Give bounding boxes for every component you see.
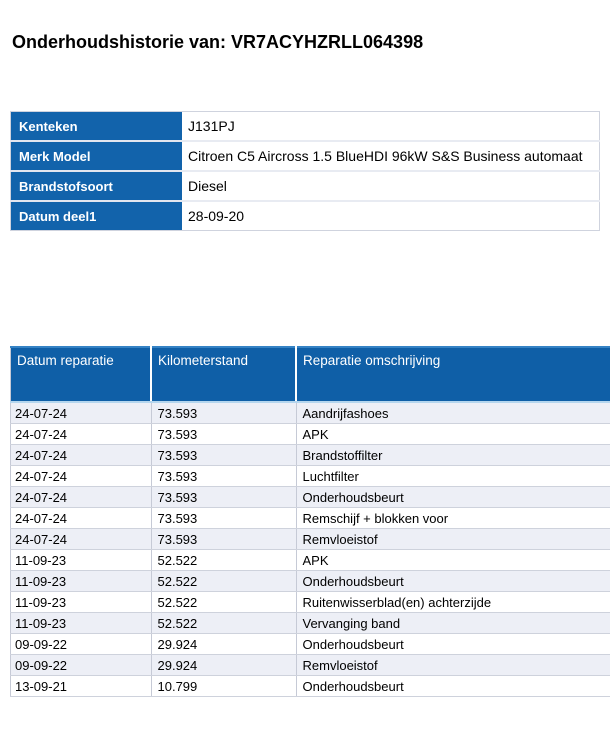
table-row: 09-09-22 29.924 Onderhoudsbeurt xyxy=(11,634,610,655)
repair-description-cell: Remvloeistof xyxy=(296,529,610,550)
column-header-reparatie-omschrijving: Reparatie omschrijving xyxy=(296,347,610,402)
odometer-cell: 73.593 xyxy=(151,487,296,508)
repair-description-cell: Ruitenwisserblad(en) achterzijde xyxy=(296,592,610,613)
repair-description-cell: APK xyxy=(296,550,610,571)
odometer-cell: 52.522 xyxy=(151,550,296,571)
vehicle-value: Citroen C5 Aircross 1.5 BlueHDI 96kW S&S… xyxy=(182,141,600,171)
repair-description-cell: Remschijf + blokken voor xyxy=(296,508,610,529)
table-row: 11-09-23 52.522 Vervanging band xyxy=(11,613,610,634)
table-row: 09-09-22 29.924 Remvloeistof xyxy=(11,655,610,676)
repair-date-cell: 24-07-24 xyxy=(11,529,152,550)
repair-table-header: Datum reparatie Kilometerstand Reparatie… xyxy=(11,347,610,402)
table-row: 11-09-23 52.522 APK xyxy=(11,550,610,571)
page-title: Onderhoudshistorie van: VR7ACYHZRLL06439… xyxy=(12,32,423,53)
odometer-cell: 73.593 xyxy=(151,466,296,487)
repair-description-cell: Onderhoudsbeurt xyxy=(296,676,610,697)
odometer-cell: 52.522 xyxy=(151,592,296,613)
repair-date-cell: 24-07-24 xyxy=(11,466,152,487)
table-row: 13-09-21 10.799 Onderhoudsbeurt xyxy=(11,676,610,697)
table-row: 24-07-24 73.593 Brandstoffilter xyxy=(11,445,610,466)
table-row: 24-07-24 73.593 Remvloeistof xyxy=(11,529,610,550)
repair-description-cell: APK xyxy=(296,424,610,445)
repair-date-cell: 24-07-24 xyxy=(11,424,152,445)
repair-description-cell: Luchtfilter xyxy=(296,466,610,487)
table-row: 24-07-24 73.593 APK xyxy=(11,424,610,445)
repair-date-cell: 24-07-24 xyxy=(11,508,152,529)
repair-date-cell: 09-09-22 xyxy=(11,634,152,655)
vehicle-value: 28-09-20 xyxy=(182,201,600,231)
column-header-datum-reparatie: Datum reparatie xyxy=(11,347,152,402)
vehicle-label: Kenteken xyxy=(11,112,183,142)
repair-date-cell: 11-09-23 xyxy=(11,550,152,571)
table-row: 24-07-24 73.593 Remschijf + blokken voor xyxy=(11,508,610,529)
odometer-cell: 73.593 xyxy=(151,424,296,445)
odometer-cell: 52.522 xyxy=(151,571,296,592)
vehicle-label: Datum deel1 xyxy=(11,201,183,231)
odometer-cell: 73.593 xyxy=(151,508,296,529)
odometer-cell: 73.593 xyxy=(151,402,296,424)
odometer-cell: 29.924 xyxy=(151,655,296,676)
vehicle-info-row: Kenteken J131PJ xyxy=(11,112,600,142)
maintenance-history-page: Onderhoudshistorie van: VR7ACYHZRLL06439… xyxy=(0,0,610,730)
repair-date-cell: 24-07-24 xyxy=(11,445,152,466)
repair-description-cell: Vervanging band xyxy=(296,613,610,634)
vehicle-info-row: Datum deel1 28-09-20 xyxy=(11,201,600,231)
repair-description-cell: Onderhoudsbeurt xyxy=(296,487,610,508)
repair-history-table: Datum reparatie Kilometerstand Reparatie… xyxy=(10,346,610,697)
table-row: 24-07-24 73.593 Luchtfilter xyxy=(11,466,610,487)
repair-date-cell: 11-09-23 xyxy=(11,613,152,634)
vehicle-info-row: Brandstofsoort Diesel xyxy=(11,171,600,201)
vehicle-info-row: Merk Model Citroen C5 Aircross 1.5 BlueH… xyxy=(11,141,600,171)
repair-date-cell: 11-09-23 xyxy=(11,592,152,613)
repair-description-cell: Onderhoudsbeurt xyxy=(296,571,610,592)
odometer-cell: 29.924 xyxy=(151,634,296,655)
table-row: 11-09-23 52.522 Onderhoudsbeurt xyxy=(11,571,610,592)
odometer-cell: 73.593 xyxy=(151,445,296,466)
column-header-kilometerstand: Kilometerstand xyxy=(151,347,296,402)
repair-date-cell: 24-07-24 xyxy=(11,402,152,424)
repair-description-cell: Aandrijfashoes xyxy=(296,402,610,424)
odometer-cell: 73.593 xyxy=(151,529,296,550)
odometer-cell: 52.522 xyxy=(151,613,296,634)
vehicle-label: Brandstofsoort xyxy=(11,171,183,201)
vehicle-label: Merk Model xyxy=(11,141,183,171)
repair-date-cell: 09-09-22 xyxy=(11,655,152,676)
repair-description-cell: Onderhoudsbeurt xyxy=(296,634,610,655)
repair-date-cell: 13-09-21 xyxy=(11,676,152,697)
table-row: 24-07-24 73.593 Onderhoudsbeurt xyxy=(11,487,610,508)
table-row: 11-09-23 52.522 Ruitenwisserblad(en) ach… xyxy=(11,592,610,613)
vehicle-value: J131PJ xyxy=(182,112,600,142)
vehicle-info-table: Kenteken J131PJ Merk Model Citroen C5 Ai… xyxy=(10,111,600,231)
repair-description-cell: Remvloeistof xyxy=(296,655,610,676)
odometer-cell: 10.799 xyxy=(151,676,296,697)
table-row: 24-07-24 73.593 Aandrijfashoes xyxy=(11,402,610,424)
vehicle-value: Diesel xyxy=(182,171,600,201)
repair-date-cell: 24-07-24 xyxy=(11,487,152,508)
repair-description-cell: Brandstoffilter xyxy=(296,445,610,466)
repair-date-cell: 11-09-23 xyxy=(11,571,152,592)
